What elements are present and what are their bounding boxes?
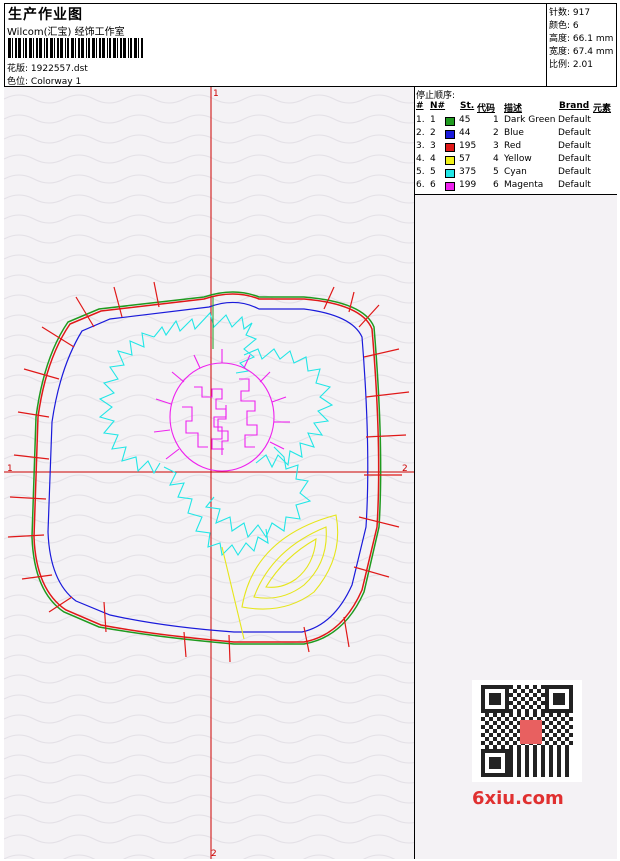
cell-num: 3.	[416, 141, 425, 151]
axis-label-bottom: 2	[211, 849, 217, 859]
cell-stitches: 57	[459, 154, 471, 164]
col-header-element: 元素	[593, 104, 612, 114]
colorway-label: 色位:	[7, 77, 29, 87]
cell-num: 1.	[416, 115, 425, 125]
stat-stitches: 针数: 917	[549, 8, 591, 18]
cell-code: 3	[493, 141, 499, 151]
col-header-desc: 描述	[504, 104, 523, 114]
cell-num: 2.	[416, 128, 425, 138]
cell-code: 6	[493, 180, 499, 190]
embroidery-design-canvas: 1 1 2 2	[4, 87, 415, 859]
cell-brand: Default	[558, 141, 591, 151]
cell-brand: Default	[558, 180, 591, 190]
cell-desc: Yellow	[504, 154, 532, 164]
table-row: 2. 2 44 2 Blue Default	[415, 128, 617, 141]
cell-needle: 4	[430, 154, 436, 164]
cell-needle: 5	[430, 167, 436, 177]
cell-stitches: 199	[459, 180, 477, 190]
col-header-code: 代码	[477, 104, 496, 114]
axis-label-top: 1	[213, 89, 219, 99]
cell-needle: 1	[430, 115, 436, 125]
cell-brand: Default	[558, 128, 591, 138]
stat-colors: 颜色: 6	[549, 21, 579, 31]
watermark-text: 6xiu.com	[472, 788, 564, 809]
cell-stitches: 44	[459, 128, 471, 138]
cell-desc: Magenta	[504, 180, 544, 190]
color-swatch	[445, 117, 455, 126]
col-header-stitches: St.	[460, 101, 475, 111]
cell-num: 4.	[416, 154, 425, 164]
table-row: 6. 6 199 6 Magenta Default	[415, 180, 617, 193]
qr-code-image	[472, 680, 582, 782]
stat-height: 高度: 66.1 mm	[549, 34, 614, 44]
cell-desc: Blue	[504, 128, 524, 138]
table-row: 1. 1 45 1 Dark Green Default	[415, 115, 617, 128]
cell-code: 2	[493, 128, 499, 138]
col-header-num: #	[416, 101, 424, 111]
col-header-needle: N#	[430, 101, 446, 111]
cell-needle: 3	[430, 141, 436, 151]
color-swatch	[445, 130, 455, 139]
cell-brand: Default	[558, 167, 591, 177]
cell-code: 5	[493, 167, 499, 177]
col-header-brand: Brand	[559, 101, 590, 111]
axis-label-left: 1	[7, 464, 13, 474]
cell-num: 6.	[416, 180, 425, 190]
cell-brand: Default	[558, 154, 591, 164]
page-subtitle: Wilcom(汇宝) 经饰工作室	[7, 27, 125, 38]
stats-panel: 针数: 917 颜色: 6 高度: 66.1 mm 宽度: 67.4 mm 比例…	[546, 3, 617, 87]
design-file-line: 花版: 1922557.dst	[7, 61, 88, 74]
color-swatch	[445, 156, 455, 165]
color-swatch	[445, 182, 455, 191]
colorway-line: 色位: Colorway 1	[7, 74, 81, 87]
cell-stitches: 195	[459, 141, 477, 151]
axis-label-right: 2	[402, 464, 408, 474]
stat-width: 宽度: 67.4 mm	[549, 47, 614, 57]
colorway-name: Colorway 1	[30, 77, 82, 87]
stop-sequence-title: 停止顺序:	[416, 91, 456, 101]
cell-brand: Default	[558, 115, 591, 125]
table-row: 4. 4 57 4 Yellow Default	[415, 154, 617, 167]
stat-scale: 比例: 2.01	[549, 60, 593, 70]
cell-desc: Cyan	[504, 167, 527, 177]
design-file-name: 1922557.dst	[30, 64, 88, 74]
cell-stitches: 375	[459, 167, 477, 177]
color-swatch	[445, 143, 455, 152]
page-title: 生产作业图	[8, 7, 83, 23]
barcode-image	[8, 38, 143, 58]
cell-code: 1	[493, 115, 499, 125]
embroidery-design-drawing: 1 1 2 2	[4, 87, 414, 859]
color-swatch	[445, 169, 455, 178]
design-file-label: 花版:	[7, 64, 29, 74]
cell-num: 5.	[416, 167, 425, 177]
header-panel: 生产作业图 Wilcom(汇宝) 经饰工作室 花版: 1922557.dst 色…	[4, 3, 546, 87]
cell-needle: 2	[430, 128, 436, 138]
cell-desc: Dark Green	[504, 115, 556, 125]
cell-code: 4	[493, 154, 499, 164]
cell-needle: 6	[430, 180, 436, 190]
table-row: 3. 3 195 3 Red Default	[415, 141, 617, 154]
production-worksheet: 生产作业图 Wilcom(汇宝) 经饰工作室 花版: 1922557.dst 色…	[0, 0, 620, 861]
cell-desc: Red	[504, 141, 522, 151]
table-row: 5. 5 375 5 Cyan Default	[415, 167, 617, 180]
stop-sequence-table: 停止顺序: # N# St. 代码 描述 Brand 元素 1. 1 45 1 Dark…	[415, 87, 617, 195]
cell-stitches: 45	[459, 115, 471, 125]
